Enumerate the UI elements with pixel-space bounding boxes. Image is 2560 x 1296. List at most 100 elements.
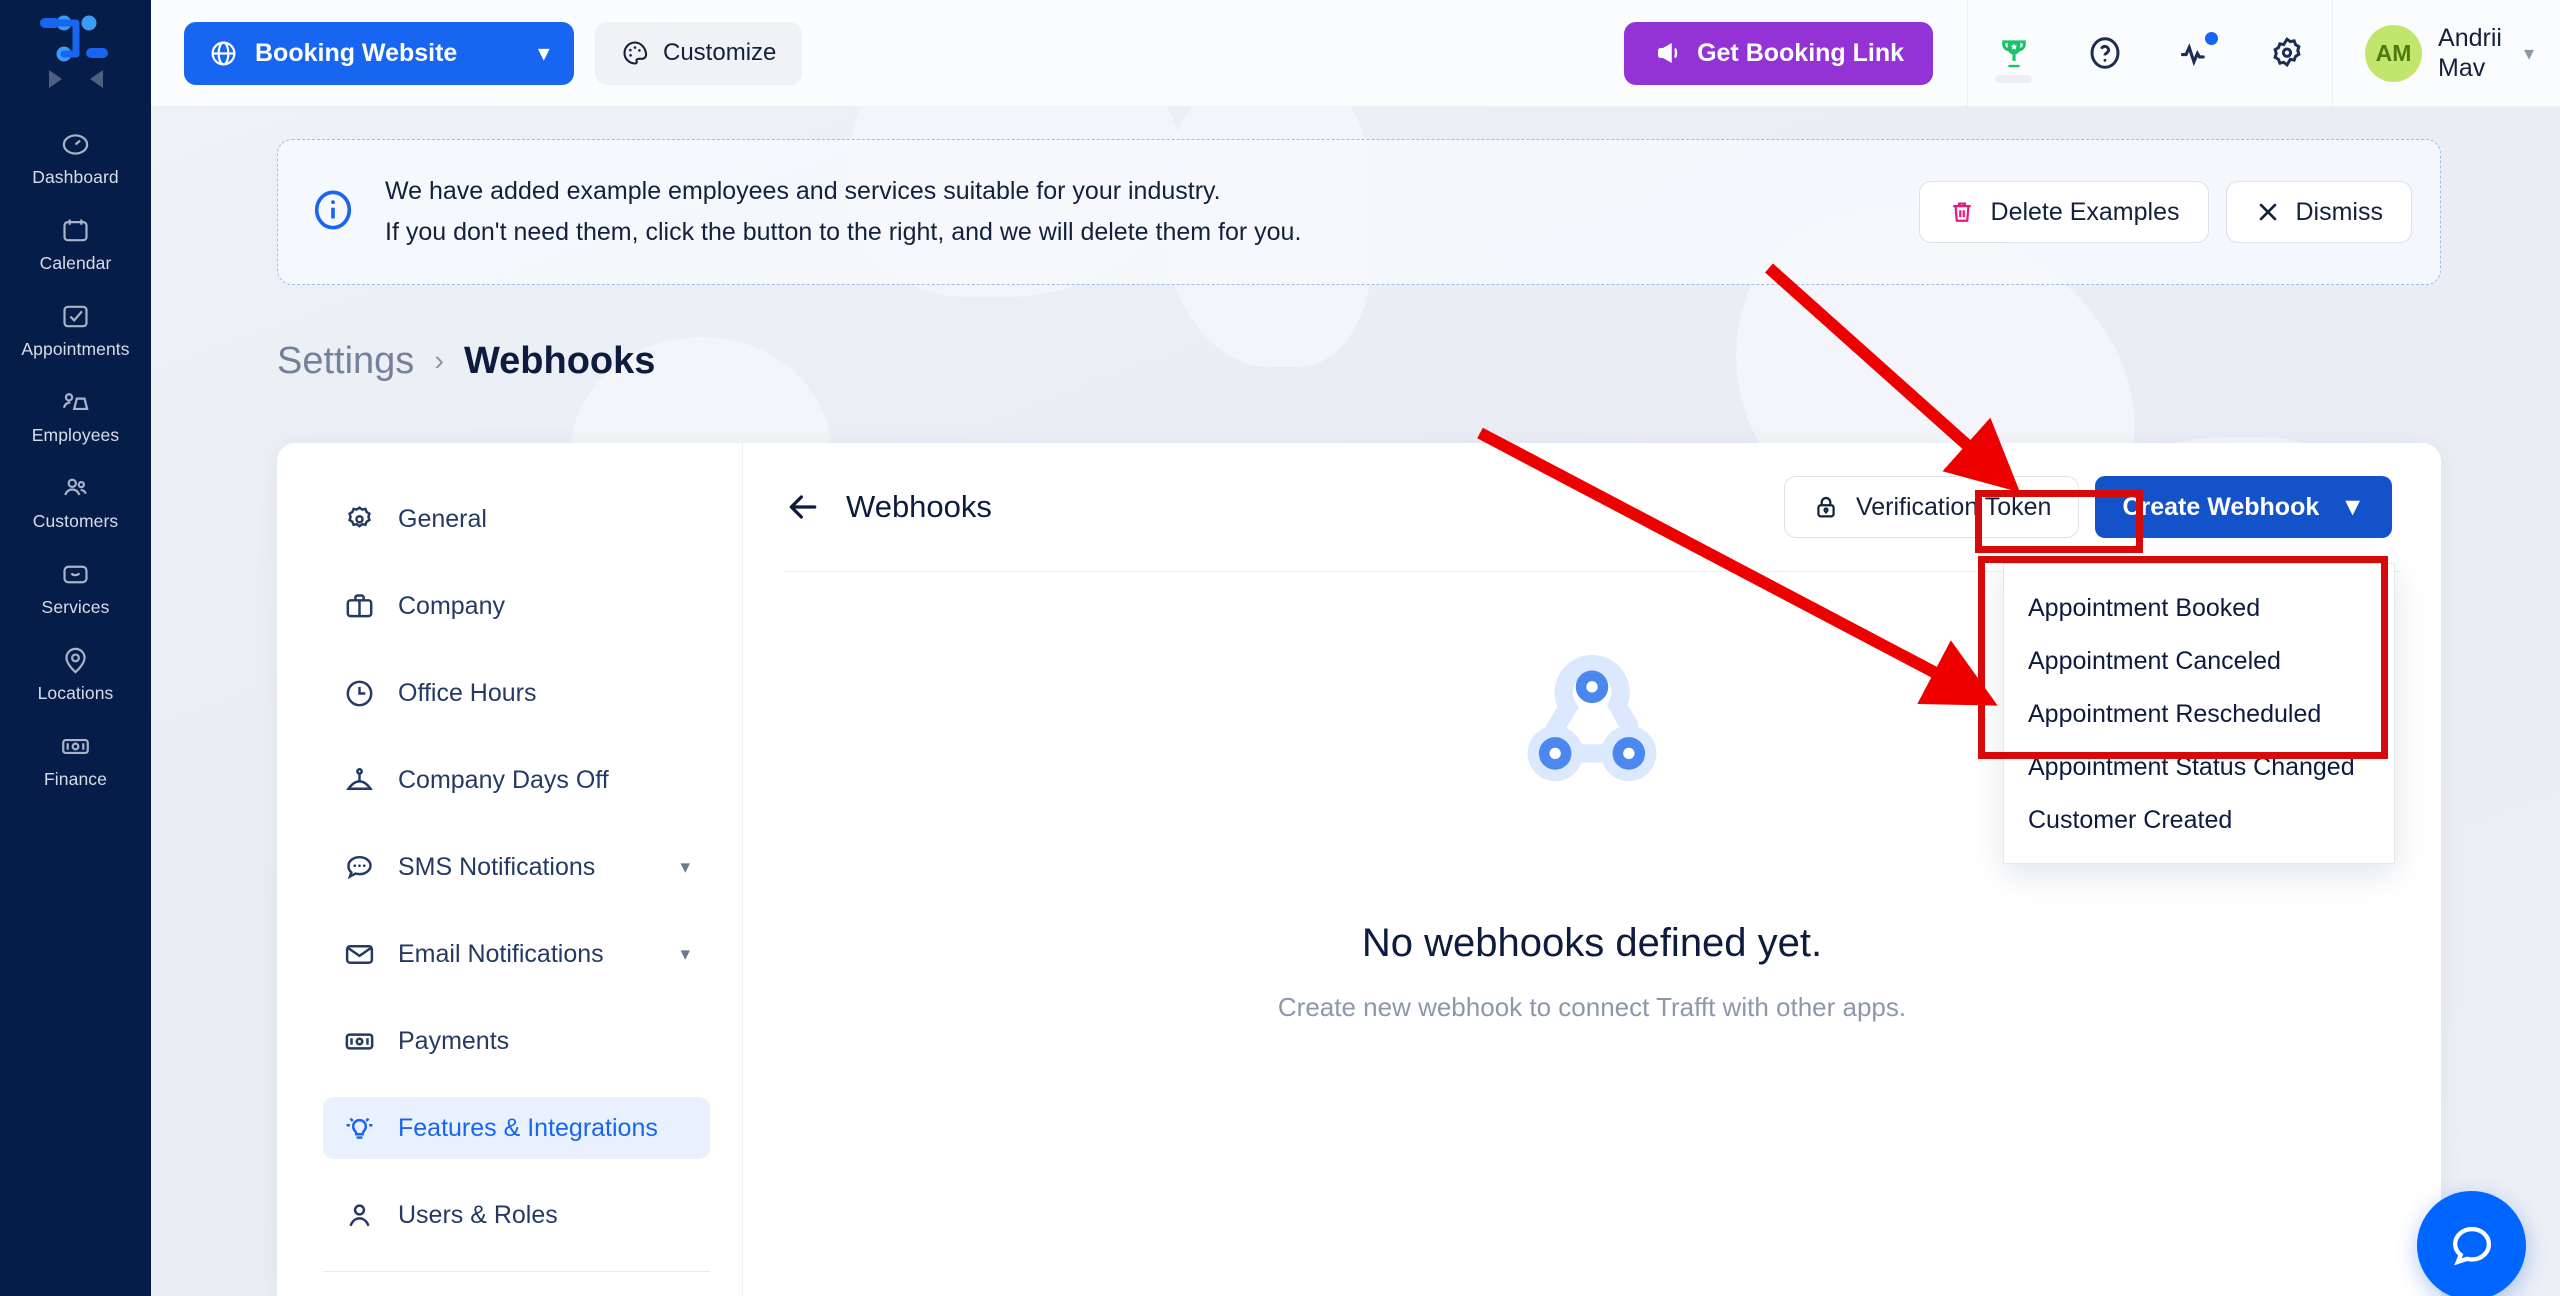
activity-button[interactable] bbox=[2164, 22, 2227, 85]
sidebar-item-company-days-off[interactable]: Company Days Off bbox=[323, 749, 710, 811]
sidebar-item-label: Customers bbox=[32, 511, 119, 531]
sidebar-item-label: Company Days Off bbox=[398, 765, 609, 794]
breadcrumb-settings[interactable]: Settings bbox=[277, 340, 414, 383]
sidebar-item-label: Company bbox=[398, 591, 505, 620]
services-box-icon bbox=[63, 565, 88, 584]
sidebar-item-customers[interactable]: Customers bbox=[0, 462, 151, 543]
arrow-left-icon[interactable] bbox=[783, 487, 823, 527]
sidebar-item-general[interactable]: General bbox=[323, 488, 710, 550]
sidebar-item-label: Locations bbox=[37, 683, 114, 703]
customize-label: Customize bbox=[663, 39, 777, 66]
clock-icon bbox=[346, 680, 373, 706]
person-icon bbox=[349, 1203, 370, 1226]
sidebar-item-services[interactable]: Services bbox=[0, 548, 151, 629]
briefcase-icon bbox=[346, 593, 373, 617]
sidebar-item-employees[interactable]: Employees bbox=[0, 376, 151, 457]
sidebar-item-finance[interactable]: Finance bbox=[0, 720, 151, 801]
sidebar-item-label: Office Hours bbox=[398, 678, 537, 707]
achievements-button[interactable] bbox=[1982, 22, 2045, 85]
sidebar-item-calendar[interactable]: Calendar bbox=[0, 204, 151, 285]
sidebar-item-office-hours[interactable]: Office Hours bbox=[323, 662, 710, 724]
sidebar-item-email-notifications[interactable]: Email Notifications ▾ bbox=[323, 923, 710, 985]
sidebar-item-label: Finance bbox=[44, 769, 107, 789]
map-pin-icon bbox=[65, 647, 86, 674]
help-button[interactable] bbox=[2073, 22, 2136, 85]
caret-down-icon: ▼ bbox=[2340, 492, 2365, 521]
sidebar-item-label: Appointments bbox=[21, 339, 130, 359]
avatar: AM bbox=[2365, 24, 2423, 82]
chevron-down-icon[interactable]: ▾ bbox=[680, 856, 690, 879]
sidebar-item-features-integrations[interactable]: Features & Integrations bbox=[323, 1097, 710, 1159]
trafft-logo[interactable] bbox=[34, 14, 118, 66]
chat-bubble-icon bbox=[2452, 1226, 2491, 1265]
collapse-forward-icon[interactable] bbox=[48, 70, 62, 88]
achievements-progress-bar bbox=[1995, 74, 2033, 83]
lock-icon bbox=[1817, 496, 1835, 518]
delete-examples-button[interactable]: Delete Examples bbox=[1918, 181, 2209, 243]
page-title: Webhooks bbox=[463, 340, 656, 382]
sidebar-item-label: Email Notifications bbox=[398, 939, 604, 968]
gauge-icon bbox=[62, 134, 89, 155]
section-title: Webhooks bbox=[846, 489, 992, 524]
menu-item-customer-created[interactable]: Customer Created bbox=[2004, 794, 2394, 847]
sidebar-item-label: Calendar bbox=[39, 253, 112, 273]
divider bbox=[323, 1271, 710, 1272]
booking-website-button[interactable]: Booking Website ▾ bbox=[184, 21, 574, 85]
webhook-icon bbox=[1527, 654, 1657, 782]
globe-icon bbox=[211, 41, 236, 65]
webhooks-header: Webhooks Verification Token Create Webho… bbox=[743, 443, 2441, 571]
main-sidebar: Dashboard Calendar Appointments Employee… bbox=[0, 0, 151, 1296]
sidebar-collapse-controls[interactable] bbox=[48, 70, 103, 88]
delete-examples-label: Delete Examples bbox=[1990, 197, 2180, 226]
menu-item-appointment-canceled[interactable]: Appointment Canceled bbox=[2004, 635, 2394, 688]
user-last-name: Mav bbox=[2438, 54, 2486, 82]
empty-state-title: No webhooks defined yet. bbox=[1361, 921, 1823, 965]
trash-icon bbox=[1952, 202, 1971, 222]
menu-item-appointment-status-changed[interactable]: Appointment Status Changed bbox=[2004, 741, 2394, 794]
sidebar-item-users-roles[interactable]: Users & Roles bbox=[323, 1184, 710, 1246]
get-booking-link-button[interactable]: Get Booking Link bbox=[1624, 21, 1934, 85]
lightbulb-icon bbox=[346, 1117, 373, 1139]
sidebar-item-label: Employees bbox=[31, 425, 120, 445]
verification-token-label: Verification Token bbox=[1855, 492, 2052, 521]
banknote-icon bbox=[345, 1032, 374, 1050]
sidebar-item-payments[interactable]: Payments bbox=[323, 1010, 710, 1072]
dismiss-banner-button[interactable]: Dismiss bbox=[2225, 181, 2412, 243]
info-circle-icon bbox=[310, 187, 356, 238]
customize-button[interactable]: Customize bbox=[595, 21, 803, 85]
dismiss-label: Dismiss bbox=[2295, 197, 2384, 226]
sidebar-item-appointments[interactable]: Appointments bbox=[0, 290, 151, 371]
create-webhook-label: Create Webhook bbox=[2122, 492, 2320, 521]
close-x-icon bbox=[2259, 203, 2276, 221]
chevron-down-icon[interactable]: ▾ bbox=[680, 943, 690, 966]
menu-item-appointment-rescheduled[interactable]: Appointment Rescheduled bbox=[2004, 688, 2394, 741]
sidebar-item-sms-notifications[interactable]: SMS Notifications ▾ bbox=[323, 836, 710, 898]
sidebar-item-label: Payments bbox=[398, 1026, 510, 1055]
notification-dot-badge bbox=[2205, 31, 2219, 45]
webhooks-header-actions: Verification Token Create Webhook ▼ bbox=[1783, 476, 2392, 538]
question-circle-icon bbox=[2090, 37, 2120, 69]
banner-line-1: We have added example employees and serv… bbox=[385, 176, 1221, 205]
help-chat-button[interactable] bbox=[2417, 1191, 2526, 1296]
settings-button[interactable] bbox=[2255, 22, 2318, 85]
menu-item-appointment-booked[interactable]: Appointment Booked bbox=[2004, 582, 2394, 635]
sidebar-item-label: Services bbox=[41, 597, 110, 617]
palette-icon bbox=[623, 41, 648, 65]
sidebar-item-label: SMS Notifications bbox=[398, 852, 596, 881]
create-webhook-button[interactable]: Create Webhook ▼ bbox=[2095, 476, 2392, 538]
sidebar-item-label: Users & Roles bbox=[398, 1200, 558, 1229]
sidebar-item-label: General bbox=[398, 504, 487, 533]
sidebar-item-company[interactable]: Company bbox=[323, 575, 710, 637]
user-name: Andrii Mav bbox=[2438, 23, 2502, 84]
employees-icon bbox=[62, 393, 89, 411]
user-menu[interactable]: AM Andrii Mav ▾ bbox=[2333, 23, 2560, 84]
sidebar-item-locations[interactable]: Locations bbox=[0, 634, 151, 715]
top-bar: Booking Website ▾ Customize Get Booking … bbox=[151, 0, 2560, 107]
chevron-down-icon[interactable]: ▾ bbox=[2524, 41, 2534, 66]
verification-token-button[interactable]: Verification Token bbox=[1783, 476, 2080, 538]
get-booking-link-label: Get Booking Link bbox=[1697, 38, 1905, 67]
sidebar-item-dashboard[interactable]: Dashboard bbox=[0, 118, 151, 199]
collapse-back-icon[interactable] bbox=[89, 70, 103, 88]
divider bbox=[1967, 0, 1969, 107]
chevron-down-icon: ▾ bbox=[538, 41, 549, 65]
